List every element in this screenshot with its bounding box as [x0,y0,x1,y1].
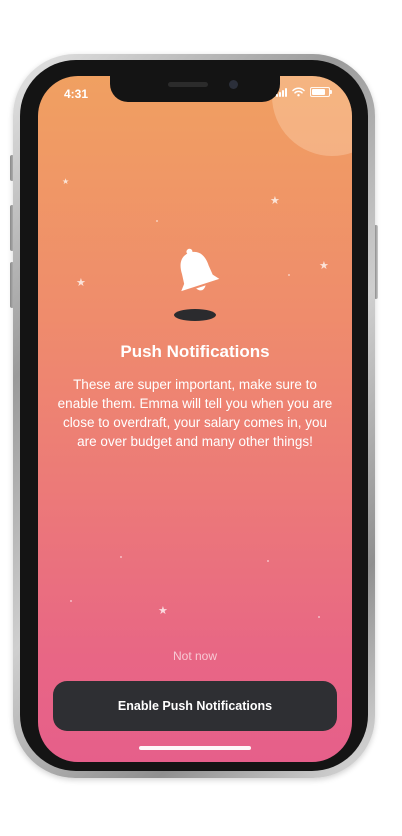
home-indicator[interactable] [139,746,251,750]
enable-push-notifications-button[interactable]: Enable Push Notifications [53,681,337,731]
notch [110,76,280,102]
star-icon: ★ [270,195,280,207]
description-text: These are super important, make sure to … [57,377,333,449]
status-time: 4:31 [64,87,89,101]
sparkle-dot [318,616,320,618]
sparkle-dot [156,220,158,222]
phone-mockup: ★ ★ ★ ★ ★ 4:31 Push Notifications These … [0,0,402,836]
signal-icon [276,87,287,97]
star-icon: ★ [62,177,70,186]
star-icon: ★ [158,605,168,617]
front-camera [229,80,238,89]
bell-icon [174,248,220,321]
status-icons [276,87,332,97]
sparkle-dot [70,600,72,602]
sparkle-dot [267,560,269,562]
notification-permission-screen: ★ ★ ★ ★ ★ 4:31 Push Notifications These … [38,76,352,762]
page-title: Push Notifications [120,342,270,361]
wifi-icon [292,87,305,97]
star-icon: ★ [319,260,329,272]
star-icon: ★ [76,277,86,289]
not-now-link[interactable]: Not now [38,649,352,663]
sparkle-dot [120,556,122,558]
sparkle-dot [288,274,290,276]
speaker-grille [168,82,208,87]
battery-icon [310,87,332,97]
